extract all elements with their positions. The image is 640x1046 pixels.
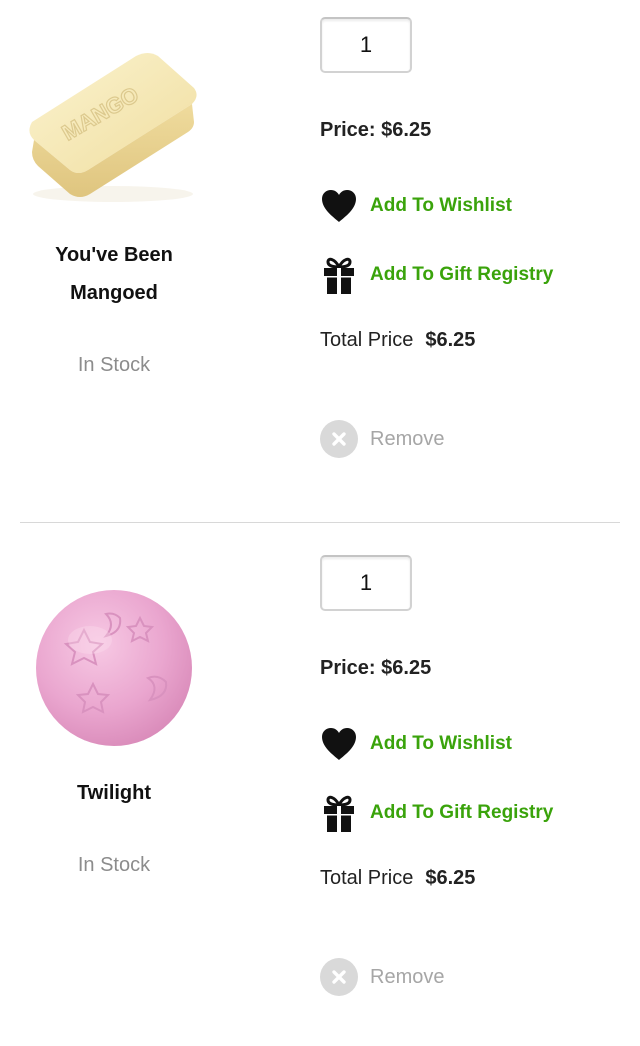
remove-button[interactable]: Remove <box>320 958 444 996</box>
total-price-value: $6.25 <box>425 329 476 351</box>
gift-icon <box>320 793 358 833</box>
total-price-label: Total Price <box>320 867 414 889</box>
quantity-input[interactable]: 1 <box>320 555 412 611</box>
total-price-value: $6.25 <box>425 867 476 889</box>
stock-status: In Stock <box>77 854 151 876</box>
heart-icon <box>320 186 358 226</box>
gift-registry-label: Add To Gift Registry <box>370 264 554 285</box>
total-price: Total Price $6.25 <box>320 329 475 352</box>
total-price: Total Price $6.25 <box>320 867 475 890</box>
wishlist-label: Add To Wishlist <box>370 195 512 216</box>
remove-label: Remove <box>370 965 445 988</box>
product-image-twilight[interactable] <box>18 582 208 752</box>
price-value: $6.25 <box>381 119 432 141</box>
add-to-wishlist-button[interactable]: Add To Wishlist <box>320 724 512 764</box>
remove-circle-icon <box>320 420 358 458</box>
wishlist-label: Add To Wishlist <box>370 733 512 754</box>
unit-price: Price: $6.25 <box>320 657 431 680</box>
heart-icon <box>320 724 358 764</box>
price-label: Price: <box>320 119 376 141</box>
gift-icon <box>320 255 358 295</box>
product-name[interactable]: You've Been Mangoed <box>14 236 214 312</box>
product-name-line-1: Twilight <box>76 782 152 804</box>
product-name-line-1: You've Been <box>55 244 173 266</box>
product-name-line-2: Mangoed <box>70 282 158 304</box>
pink-bath-bomb-image <box>36 590 192 746</box>
product-name[interactable]: Twilight <box>14 774 214 812</box>
item-divider <box>20 522 620 523</box>
cart-item: MANGO You've Been Mangoed In Stock 1 Pri… <box>0 0 640 523</box>
price-label: Price: <box>320 657 376 679</box>
gift-registry-label: Add To Gift Registry <box>370 802 554 823</box>
unit-price: Price: $6.25 <box>320 119 431 142</box>
remove-label: Remove <box>370 427 445 450</box>
price-value: $6.25 <box>381 657 432 679</box>
cart-item: Twilight In Stock 1 Price: $6.25 Add To … <box>0 538 640 1038</box>
remove-button[interactable]: Remove <box>320 420 444 458</box>
stock-status: In Stock <box>77 354 151 376</box>
add-to-gift-registry-button[interactable]: Add To Gift Registry <box>320 793 553 833</box>
add-to-gift-registry-button[interactable]: Add To Gift Registry <box>320 255 553 295</box>
add-to-wishlist-button[interactable]: Add To Wishlist <box>320 186 512 226</box>
product-image-mango-soap[interactable]: MANGO <box>18 44 208 214</box>
quantity-input[interactable]: 1 <box>320 17 412 73</box>
total-price-label: Total Price <box>320 329 414 351</box>
mango-soap-bar-image: MANGO <box>29 53 197 202</box>
remove-circle-icon <box>320 958 358 996</box>
